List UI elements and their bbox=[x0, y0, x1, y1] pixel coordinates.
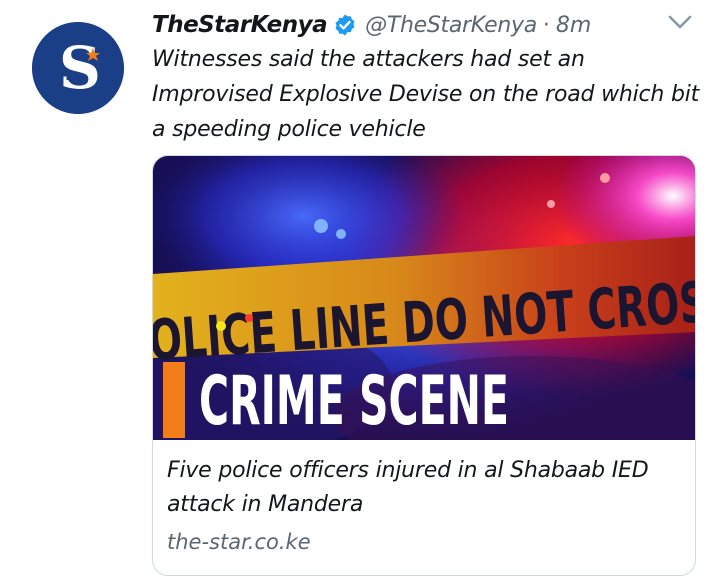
tweet-header: TheStarKenya @TheStarKenya · 8m bbox=[152, 8, 591, 42]
link-card[interactable]: OLICE LINE DO NOT CROS CRIME SCENE Five … bbox=[152, 155, 696, 576]
avatar[interactable]: S THE bbox=[32, 22, 124, 114]
tweet-text: Witnesses said the attackers had set an … bbox=[152, 47, 700, 142]
verified-badge-icon bbox=[333, 13, 357, 37]
svg-text:S: S bbox=[59, 34, 101, 102]
svg-text:CRIME SCENE: CRIME SCENE bbox=[199, 362, 509, 440]
svg-text:THE: THE bbox=[53, 70, 77, 83]
chevron-down-icon[interactable] bbox=[666, 12, 694, 32]
tweet-timestamp[interactable]: 8m bbox=[556, 13, 591, 38]
the-star-logo-icon: S THE bbox=[32, 22, 124, 114]
author-name[interactable]: TheStarKenya bbox=[152, 12, 328, 38]
author-handle[interactable]: @TheStarKenya bbox=[365, 13, 537, 38]
separator-dot: · bbox=[542, 12, 550, 38]
tweet[interactable]: S THE TheStarKenya @TheStarKenya · 8m Wi… bbox=[0, 0, 719, 581]
card-title[interactable]: Five police officers injured in al Shaba… bbox=[167, 454, 687, 522]
card-image[interactable]: OLICE LINE DO NOT CROS CRIME SCENE bbox=[153, 156, 695, 440]
card-domain[interactable]: the-star.co.ke bbox=[167, 530, 311, 554]
